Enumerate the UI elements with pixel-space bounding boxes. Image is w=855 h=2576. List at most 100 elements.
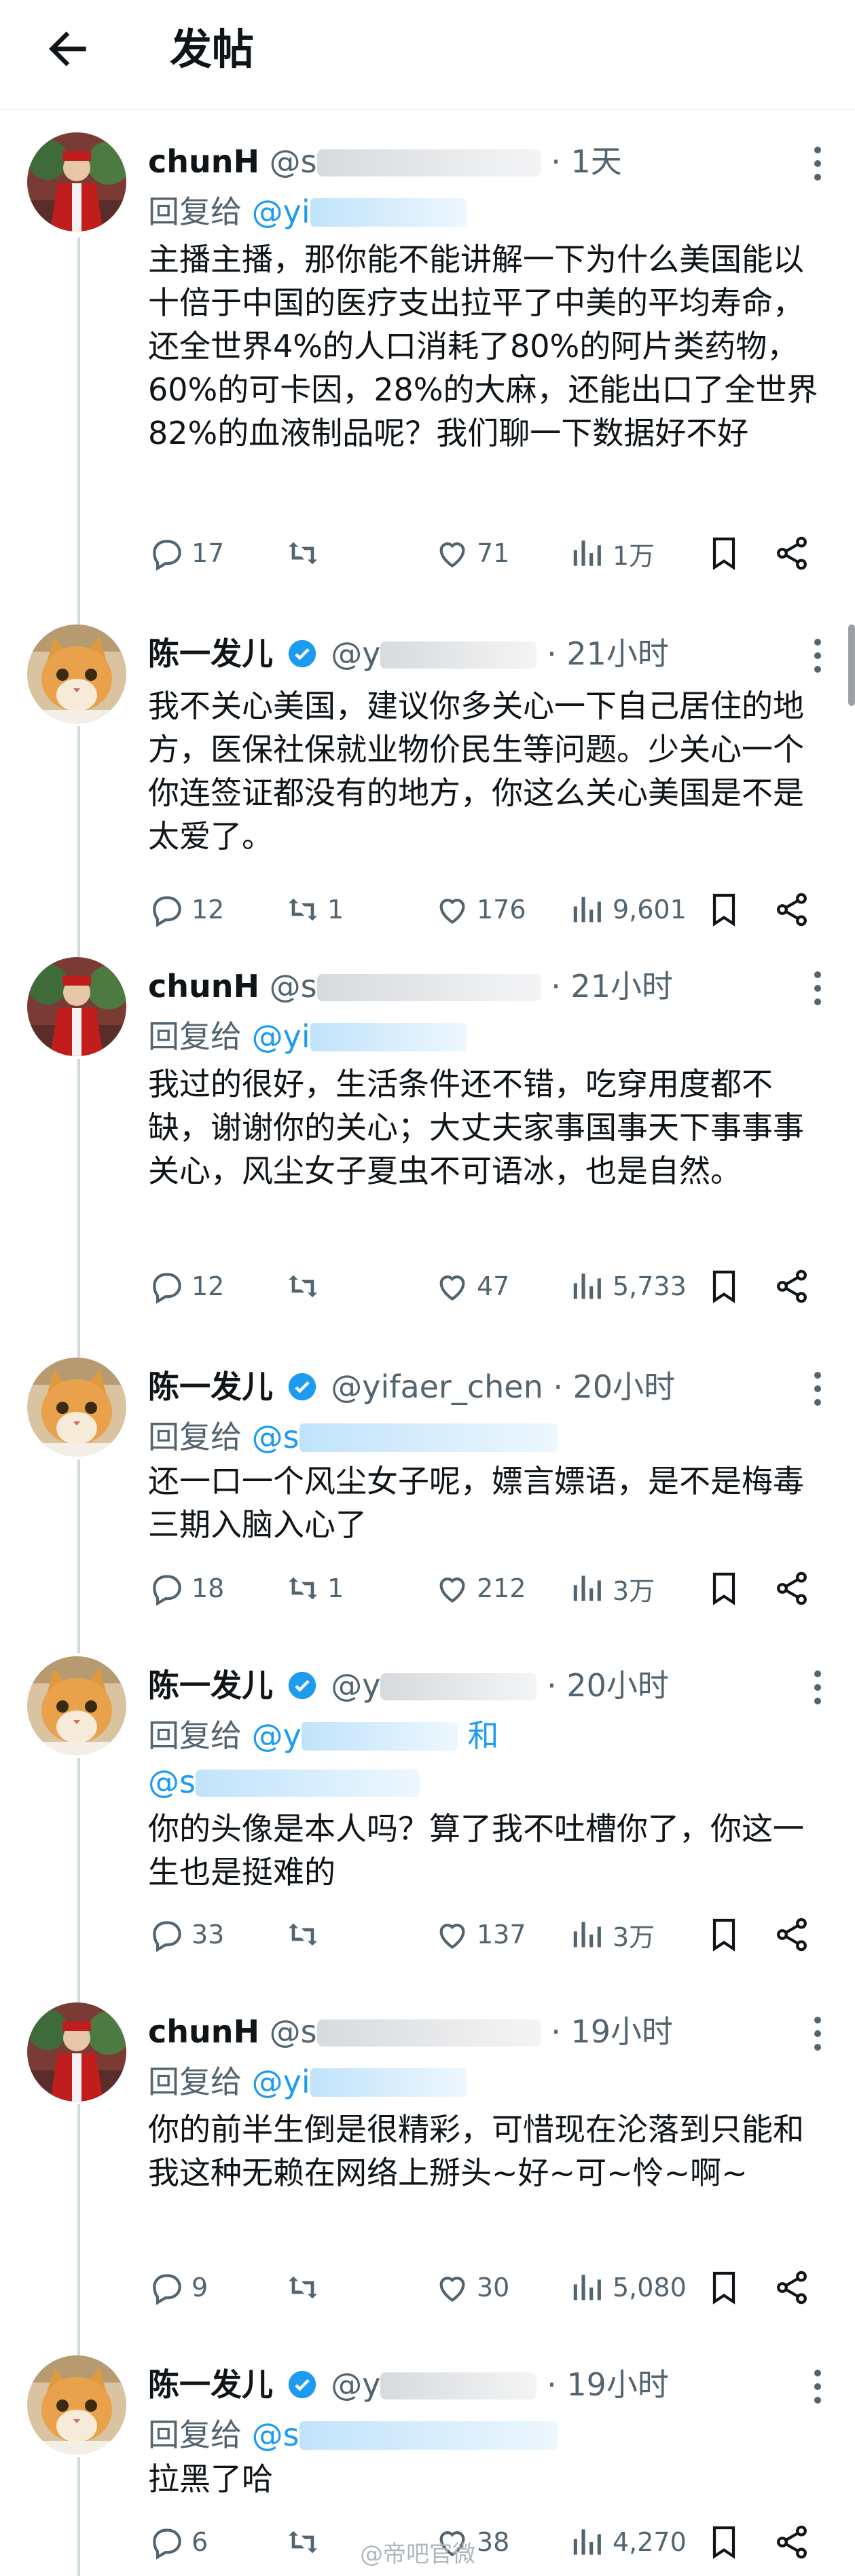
views-icon	[573, 897, 601, 922]
bookmark-button[interactable]	[705, 1914, 748, 1955]
views-button[interactable]: 5,733	[569, 1266, 687, 1307]
post-2[interactable]: 陈一发儿 @y · 21小时 我不关心美国，建议你多关心一下自己居住的地方，医保…	[0, 624, 855, 930]
bookmark-button[interactable]	[705, 889, 748, 930]
repost-icon	[289, 1577, 317, 1600]
reply-button[interactable]: 18	[148, 1568, 224, 1609]
display-name[interactable]: chunH	[148, 143, 259, 180]
repost-button[interactable]	[284, 2522, 327, 2562]
back-arrow-icon[interactable]	[41, 22, 95, 76]
post-3[interactable]: chunH @s · 21小时 回复给 @yi 我过的很好，生活条件还不错，吃穿…	[0, 957, 855, 1317]
post-time[interactable]: · 19小时	[551, 2013, 673, 2050]
views-button[interactable]: 3万	[569, 1568, 655, 1609]
avatar[interactable]	[27, 624, 126, 724]
reply-count: 12	[192, 895, 225, 925]
user-handle[interactable]: @y	[331, 635, 380, 672]
more-vertical-icon[interactable]	[813, 969, 822, 1010]
post-4[interactable]: 陈一发儿 @yifaer_chen · 20小时 回复给 @s 还一口一个风尘女…	[0, 1358, 855, 1629]
post-text: 还一口一个风尘女子呢，嫖言嫖语，是不是梅毒三期入脑入心了	[148, 1463, 804, 1543]
bookmark-button[interactable]	[705, 1266, 748, 1307]
user-handle[interactable]: @s	[270, 143, 317, 180]
user-handle[interactable]: @y	[331, 1667, 380, 1704]
share-button[interactable]	[773, 533, 816, 574]
user-handle[interactable]: @yifaer_chen	[331, 1368, 543, 1405]
reply-button[interactable]: 17	[148, 533, 224, 574]
avatar[interactable]	[27, 1656, 126, 1755]
reply-button[interactable]: 9	[148, 2267, 208, 2308]
bookmark-button[interactable]	[705, 1568, 748, 1609]
display-name[interactable]: 陈一发儿	[148, 1667, 273, 1704]
reply-mention[interactable]: @y	[252, 1717, 302, 1754]
repost-button[interactable]	[284, 1914, 327, 1955]
reply-button[interactable]: 6	[148, 2522, 208, 2562]
like-button[interactable]: 71	[433, 533, 509, 574]
display-name[interactable]: 陈一发儿	[148, 2366, 273, 2403]
like-count: 176	[477, 895, 526, 925]
repost-button[interactable]	[284, 1266, 327, 1307]
repost-button[interactable]: 1	[284, 889, 344, 930]
post-1[interactable]: chunH @s · 1天 回复给 @yi 主播主播，那你能不能讲解一下为什么美…	[0, 132, 855, 580]
more-vertical-icon[interactable]	[813, 1668, 822, 1709]
reply-mention[interactable]: @yi	[252, 2064, 310, 2100]
views-button[interactable]: 5,080	[569, 2267, 687, 2308]
reply-mention[interactable]: @s	[148, 1763, 196, 1800]
post-time[interactable]: · 1天	[551, 143, 622, 180]
reply-button[interactable]: 12	[148, 889, 224, 930]
like-icon	[439, 899, 465, 925]
post-5[interactable]: 陈一发儿 @y · 20小时 回复给 @y 和 @s 你的头像是本人吗？算了我不…	[0, 1656, 855, 1975]
share-button[interactable]	[773, 1914, 816, 1955]
repost-button[interactable]	[284, 533, 327, 574]
post-time[interactable]: · 20小时	[547, 1667, 669, 1704]
more-vertical-icon[interactable]	[813, 1370, 822, 1411]
share-button[interactable]	[773, 1568, 816, 1609]
share-button[interactable]	[773, 1266, 816, 1307]
reply-count: 17	[192, 538, 225, 568]
share-button[interactable]	[773, 2267, 816, 2308]
avatar[interactable]	[27, 1358, 126, 1457]
user-handle[interactable]: @s	[270, 968, 317, 1005]
bookmark-button[interactable]	[705, 2522, 748, 2562]
views-button[interactable]: 4,270	[569, 2522, 687, 2562]
avatar[interactable]	[27, 2355, 126, 2454]
post-6[interactable]: chunH @s · 19小时 回复给 @yi 你的前半生倒是很精彩，可惜现在沦…	[0, 2002, 855, 2321]
user-handle[interactable]: @s	[270, 2013, 317, 2050]
post-actions: 6 38 4,270	[148, 2522, 820, 2562]
reply-mention[interactable]: @yi	[252, 193, 310, 230]
bookmark-button[interactable]	[705, 2267, 748, 2308]
display-name[interactable]: 陈一发儿	[148, 1368, 273, 1405]
repost-button[interactable]	[284, 2267, 327, 2308]
more-vertical-icon[interactable]	[813, 2015, 822, 2055]
display-name[interactable]: chunH	[148, 968, 259, 1005]
reply-button[interactable]: 12	[148, 1266, 224, 1307]
display-name[interactable]: 陈一发儿	[148, 635, 273, 672]
like-button[interactable]: 30	[433, 2267, 509, 2308]
like-button[interactable]: 212	[433, 1568, 526, 1609]
reply-mention-second[interactable]: @s	[148, 1758, 420, 1806]
views-button[interactable]: 9,601	[569, 889, 687, 930]
more-vertical-icon[interactable]	[813, 2368, 822, 2408]
user-handle[interactable]: @y	[331, 2366, 380, 2403]
share-button[interactable]	[773, 2522, 816, 2562]
post-time[interactable]: · 21小时	[551, 968, 673, 1005]
display-name[interactable]: chunH	[148, 2013, 259, 2050]
reply-button[interactable]: 33	[148, 1914, 224, 1955]
views-button[interactable]: 3万	[569, 1914, 655, 1955]
share-button[interactable]	[773, 889, 816, 930]
like-button[interactable]: 47	[433, 1266, 509, 1307]
views-button[interactable]: 1万	[569, 533, 655, 574]
avatar[interactable]	[27, 957, 126, 1056]
avatar[interactable]	[27, 2002, 126, 2102]
avatar[interactable]	[27, 132, 126, 231]
repost-button[interactable]: 1	[284, 1568, 344, 1609]
post-time[interactable]: · 19小时	[547, 2366, 669, 2403]
like-button[interactable]: 137	[433, 1914, 526, 1955]
reply-mention[interactable]: @yi	[252, 1018, 310, 1055]
redaction-blur	[316, 149, 541, 176]
reply-mention[interactable]: @s	[252, 2416, 299, 2453]
more-vertical-icon[interactable]	[813, 145, 822, 185]
post-time[interactable]: · 21小时	[547, 635, 669, 672]
post-time[interactable]: · 20小时	[553, 1368, 675, 1405]
more-vertical-icon[interactable]	[813, 637, 822, 677]
bookmark-button[interactable]	[705, 533, 748, 574]
reply-mention[interactable]: @s	[252, 1419, 299, 1455]
like-button[interactable]: 176	[433, 889, 526, 930]
